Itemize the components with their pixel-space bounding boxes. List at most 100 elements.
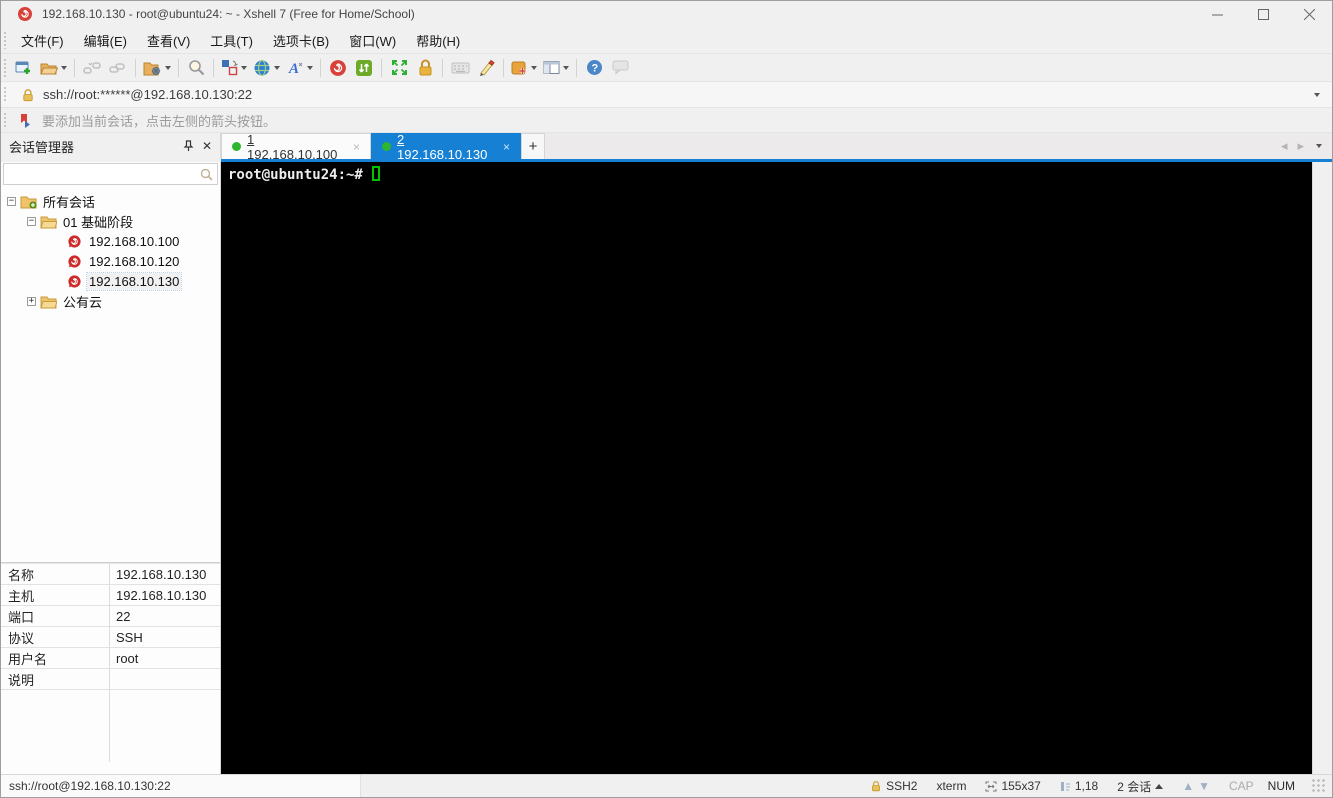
tab-session-1[interactable]: 1 192.168.10.100 × (221, 132, 371, 162)
panel-close-icon[interactable]: ✕ (202, 139, 212, 153)
session-nav-arrows: ▲ ▼ (1176, 779, 1216, 793)
highlight-pen-button[interactable] (473, 56, 499, 80)
tree-item-folder-public-cloud[interactable]: + 公有云 (1, 291, 220, 311)
collapse-toggle[interactable]: − (27, 216, 36, 226)
tab-close-icon[interactable]: × (353, 140, 360, 154)
menu-edit[interactable]: 编辑(E) (74, 27, 137, 54)
expand-toggle[interactable]: + (27, 296, 36, 306)
menu-tools[interactable]: 工具(T) (200, 27, 263, 54)
dropdown-caret[interactable] (274, 65, 280, 70)
ssh-lock-icon (872, 780, 881, 792)
status-protocol: SSH2 (864, 779, 923, 793)
new-tab-button[interactable]: + (521, 133, 545, 159)
folder-icon (40, 296, 57, 308)
xshell-window: 192.168.10.130 - root@ubuntu24: ~ - Xshe… (0, 0, 1333, 798)
menu-view[interactable]: 查看(V) (137, 27, 200, 54)
highlight-pen-icon (479, 59, 495, 76)
terminal-cursor (371, 166, 380, 181)
infobar-grip[interactable] (3, 112, 8, 128)
tile-layout-icon (543, 61, 560, 74)
xshell-session-icon (68, 254, 81, 268)
minimize-button[interactable] (1194, 1, 1240, 27)
xshell-app-button[interactable] (325, 56, 351, 80)
web-browser-button[interactable] (250, 56, 283, 80)
status-session-count[interactable]: 2 会话 (1111, 778, 1169, 795)
property-row-name: 名称 192.168.10.130 (1, 564, 220, 585)
caps-lock-indicator: CAP (1228, 779, 1254, 793)
new-layout-icon (511, 61, 526, 74)
reconnect-icon (109, 62, 125, 73)
num-lock-indicator: NUM (1267, 779, 1295, 793)
resize-grip[interactable] (1312, 779, 1326, 793)
tree-item-session-120[interactable]: 192.168.10.120 (1, 251, 220, 271)
session-manager-panel: − 所有会话 − 01 基础阶段 192.168.10.100 192.168.… (1, 162, 221, 774)
pin-icon[interactable] (183, 140, 194, 152)
tab-close-icon[interactable]: × (503, 140, 510, 154)
dropdown-caret[interactable] (307, 65, 313, 70)
maximize-button[interactable] (1240, 1, 1286, 27)
terminal-area[interactable]: root@ubuntu24:~# (221, 162, 1332, 774)
dropdown-caret[interactable] (61, 65, 67, 70)
tab-session-2[interactable]: 2 192.168.10.130 × (371, 132, 521, 162)
resize-icon (985, 781, 997, 791)
xshell-logo-icon (18, 7, 32, 21)
menu-window[interactable]: 窗口(W) (339, 27, 406, 54)
session-properties-button[interactable] (140, 56, 174, 80)
find-button[interactable] (183, 56, 209, 80)
virtual-keyboard-icon (451, 62, 469, 73)
collapse-toggle[interactable]: − (7, 196, 16, 206)
tab-list-caret[interactable] (1316, 144, 1322, 148)
tree-item-all-sessions[interactable]: − 所有会话 (1, 191, 220, 211)
open-session-button[interactable] (37, 56, 70, 80)
dropdown-caret[interactable] (241, 65, 247, 70)
tree-item-session-130[interactable]: 192.168.10.130 (1, 271, 220, 291)
tree-item-folder-01[interactable]: − 01 基础阶段 (1, 211, 220, 231)
status-connection-url: ssh://root@192.168.10.130:22 (1, 775, 361, 797)
shell-prompt: root@ubuntu24:~# (228, 167, 363, 183)
session-properties-icon (143, 62, 161, 75)
session-tree: − 所有会话 − 01 基础阶段 192.168.10.100 192.168.… (1, 187, 220, 562)
dropdown-caret[interactable] (531, 65, 537, 70)
new-session-button[interactable] (11, 56, 37, 80)
search-input[interactable] (4, 165, 196, 183)
address-url[interactable]: ssh://root:******@192.168.10.130:22 (43, 87, 252, 102)
tree-item-session-100[interactable]: 192.168.10.100 (1, 231, 220, 251)
address-dropdown-caret[interactable] (1314, 92, 1320, 97)
connected-dot-icon (232, 142, 241, 151)
xftp-app-button[interactable] (351, 56, 377, 80)
addressbar-grip[interactable] (3, 86, 8, 103)
menubar-grip[interactable] (3, 31, 8, 49)
svg-text:?: ? (591, 63, 598, 75)
disconnect-icon (83, 61, 101, 74)
font-button[interactable]: A (283, 56, 316, 80)
disconnect-button (79, 56, 105, 80)
terminal-scrollbar[interactable] (1312, 162, 1332, 774)
status-bar: ssh://root@192.168.10.130:22 SSH2 xterm … (1, 774, 1332, 797)
open-folder-icon (40, 63, 58, 74)
session-properties-table: 名称 192.168.10.130 主机 192.168.10.130 端口 2… (1, 564, 220, 774)
dropdown-caret[interactable] (563, 65, 569, 70)
xshell-app-icon (330, 59, 346, 76)
tab-scroll-left-icon[interactable]: ◂ (1281, 138, 1288, 154)
tab-scroll-right-icon[interactable]: ▸ (1297, 138, 1304, 154)
tile-layout-button[interactable] (540, 56, 572, 80)
menu-tabs[interactable]: 选项卡(B) (263, 27, 339, 54)
dropdown-caret[interactable] (165, 65, 171, 70)
status-terminal-type[interactable]: xterm (930, 779, 972, 793)
toolbar-grip[interactable] (3, 58, 8, 77)
search-icon (200, 168, 213, 181)
help-button[interactable]: ? (581, 56, 607, 80)
menu-file[interactable]: 文件(F) (11, 27, 74, 54)
prev-session-icon[interactable]: ▲ (1182, 779, 1194, 793)
menu-bar: 文件(F) 编辑(E) 查看(V) 工具(T) 选项卡(B) 窗口(W) 帮助(… (1, 27, 1332, 54)
next-session-icon[interactable]: ▼ (1198, 779, 1210, 793)
menu-help[interactable]: 帮助(H) (406, 27, 470, 54)
address-bar[interactable]: ssh://root:******@192.168.10.130:22 (1, 82, 1332, 108)
lock-screen-button[interactable] (412, 56, 438, 80)
new-layout-button[interactable] (508, 56, 540, 80)
session-search[interactable] (3, 163, 218, 185)
sessions-popup-caret[interactable] (1155, 783, 1164, 789)
close-button[interactable] (1286, 1, 1332, 27)
fullscreen-button[interactable] (386, 56, 412, 80)
arrange-button[interactable] (218, 56, 250, 80)
